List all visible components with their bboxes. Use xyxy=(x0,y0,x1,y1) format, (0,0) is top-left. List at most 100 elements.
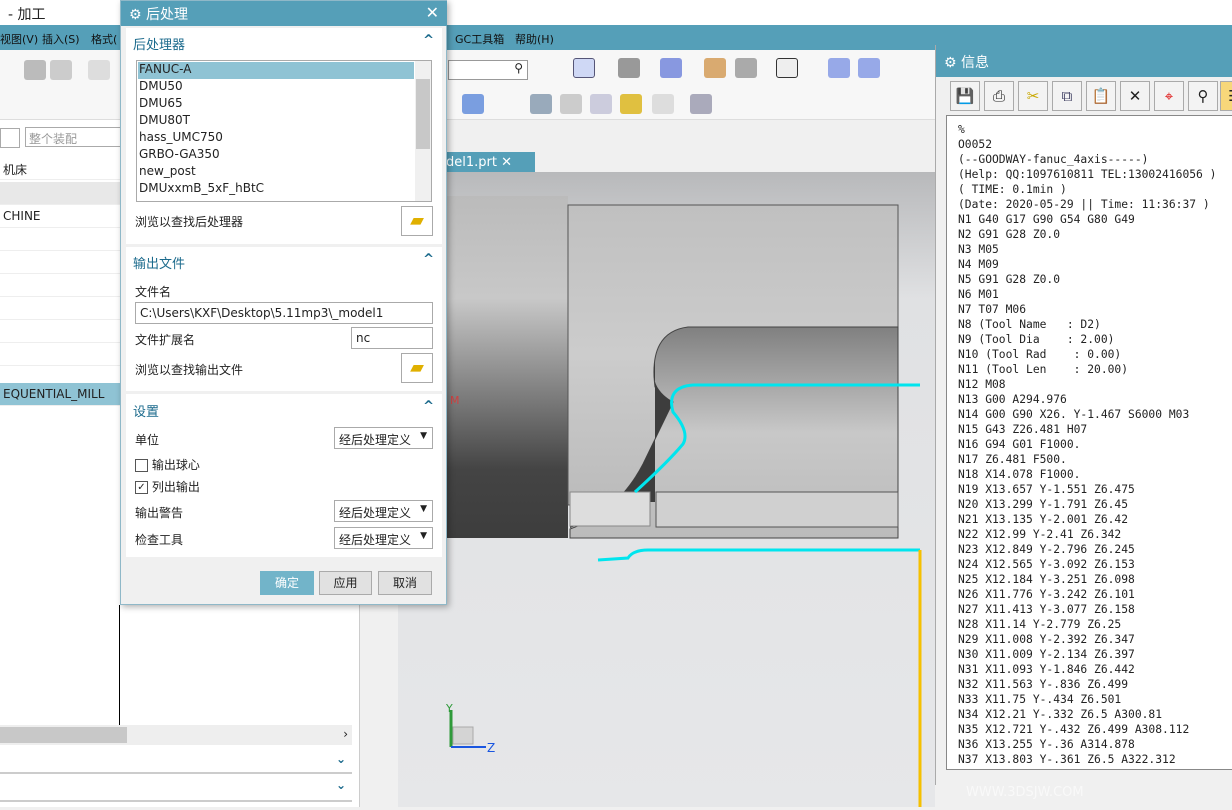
watermark: WWW.3DSJW.COM xyxy=(966,785,1084,800)
checkbox-label: 输出球心 xyxy=(151,458,200,472)
chevron-down-icon[interactable]: ⌄ xyxy=(336,752,346,766)
list-scrollbar[interactable] xyxy=(415,61,431,201)
list-item[interactable]: DMUxxmB_5xF_hBtC xyxy=(138,181,414,198)
fit-view-icon[interactable] xyxy=(573,58,595,78)
graphics-viewport[interactable]: Y Z M xyxy=(398,172,935,807)
nc-code-text[interactable]: % O0052 (--GOODWAY-fanuc_4axis-----) (Help:… xyxy=(946,115,1232,770)
section-header[interactable]: 设置 xyxy=(133,401,159,420)
chevron-up-icon[interactable]: ^ xyxy=(423,33,434,48)
post-process-icon[interactable] xyxy=(590,94,612,114)
unit-dropdown[interactable]: 经后处理定义 ▼ xyxy=(334,427,433,449)
menu-insert[interactable]: 插入(S) xyxy=(42,31,80,47)
render-style-icon[interactable] xyxy=(618,58,640,78)
toolpath-lower xyxy=(597,548,920,562)
selection-filter-dropdown[interactable] xyxy=(0,128,20,148)
apply-button[interactable]: 应用 xyxy=(319,571,372,595)
y-axis-label: Y xyxy=(445,702,453,715)
command-search-input[interactable]: ⚲ xyxy=(448,60,528,80)
checkbox-label: 列出输出 xyxy=(151,480,200,494)
tab-model-file[interactable]: del1.prt ✕ xyxy=(440,152,535,173)
settings-section: 设置 ^ 单位 经后处理定义 ▼ 输出球心 ✓ 列出输出 输出警告 经后处理定义 ▼ … xyxy=(126,394,442,557)
checkmark-icon[interactable]: ✓ xyxy=(135,481,148,494)
close-icon[interactable]: ✕ xyxy=(426,3,439,22)
code-line: N16 G94 G01 F1000. xyxy=(958,438,1081,451)
checkbox-unchecked[interactable] xyxy=(135,459,148,472)
cancel-button[interactable]: 取消 xyxy=(378,571,432,595)
menu-help[interactable]: 帮助(H) xyxy=(515,31,554,47)
column-divider xyxy=(119,605,120,725)
verify-icon[interactable] xyxy=(620,94,642,114)
code-line: N13 G00 A294.976 xyxy=(958,393,1067,406)
check-tool-dropdown[interactable]: 经后处理定义 ▼ xyxy=(334,527,433,549)
background-icon[interactable] xyxy=(776,58,798,78)
extension-input[interactable]: nc xyxy=(351,327,433,349)
clip-icon[interactable] xyxy=(735,58,757,78)
code-line: N21 X13.135 Y-2.001 Z6.42 xyxy=(958,513,1129,526)
part-model: Y Z M xyxy=(398,196,922,807)
chevron-down-icon[interactable]: ⌄ xyxy=(336,778,346,792)
section-icon[interactable] xyxy=(704,58,726,78)
copy-icon[interactable]: ⧉ xyxy=(1052,81,1082,111)
menu-view[interactable]: 视图(V) xyxy=(0,31,38,47)
tool-icon[interactable] xyxy=(690,94,712,114)
step-face xyxy=(655,491,899,528)
replay-icon[interactable] xyxy=(560,94,582,114)
postprocessor-section: 后处理器 ^ FANUC-A DMU50 DMU65 DMU80T hass_UM… xyxy=(126,28,442,244)
scroll-right-icon[interactable]: › xyxy=(343,727,348,741)
postprocessor-list[interactable]: FANUC-A DMU50 DMU65 DMU80T hass_UMC750 G… xyxy=(136,60,432,202)
generate-toolpath-icon[interactable] xyxy=(530,94,552,114)
list-item[interactable]: DMU65 xyxy=(138,96,414,113)
code-line: N29 X11.008 Y-2.392 Z6.347 xyxy=(958,633,1135,646)
open-folder-icon[interactable]: ▰ xyxy=(401,353,433,383)
chevron-up-icon[interactable]: ^ xyxy=(423,399,434,414)
output-ball-center-checkbox[interactable]: 输出球心 xyxy=(135,456,200,473)
code-line: N33 X11.75 Y-.434 Z6.501 xyxy=(958,693,1122,706)
cube-view-icon[interactable] xyxy=(660,58,682,78)
info-title-bar[interactable]: ⚙ 信息 xyxy=(936,45,1232,77)
move-copy-icon[interactable] xyxy=(858,58,880,78)
warning-dropdown[interactable]: 经后处理定义 ▼ xyxy=(334,500,433,522)
save-icon[interactable] xyxy=(24,60,46,80)
move-icon[interactable] xyxy=(828,58,850,78)
save-icon[interactable]: 💾 xyxy=(950,81,980,111)
dialog-title-bar[interactable]: ⚙ 后处理 ✕ xyxy=(121,1,447,26)
open-folder-icon[interactable]: ▰ xyxy=(401,206,433,236)
list-item[interactable]: new_post xyxy=(138,164,414,181)
code-line: N31 X11.093 Y-1.846 Z6.442 xyxy=(958,663,1135,676)
find-icon[interactable]: ⚲ xyxy=(1188,81,1218,111)
horizontal-scrollbar[interactable]: › xyxy=(0,725,352,745)
code-line: N26 X11.776 Y-3.242 Z6.101 xyxy=(958,588,1135,601)
menu-gc-toolbox[interactable]: GC工具箱 xyxy=(455,31,504,47)
list-item-selected[interactable]: FANUC-A xyxy=(138,62,414,79)
collapsed-section[interactable]: ⌄ xyxy=(0,776,352,802)
code-line: N17 Z6.481 F500. xyxy=(958,453,1067,466)
print-icon[interactable] xyxy=(50,60,72,80)
menu-format[interactable]: 格式( xyxy=(91,31,117,47)
filename-input[interactable]: C:\Users\KXF\Desktop\5.11mp3\_model1 xyxy=(135,302,433,324)
list-item[interactable]: GRBO-GA350 xyxy=(138,147,414,164)
chevron-up-icon[interactable]: ^ xyxy=(423,252,434,267)
list-item[interactable]: hass_UMC750 xyxy=(138,130,414,147)
cut-icon[interactable]: ✂ xyxy=(1018,81,1048,111)
print-icon[interactable]: ⎙ xyxy=(984,81,1014,111)
delete-icon[interactable]: ✕ xyxy=(1120,81,1150,111)
dropdown-arrow-icon: ▼ xyxy=(420,531,427,541)
ok-button[interactable]: 确定 xyxy=(260,571,314,595)
operation-icon[interactable] xyxy=(462,94,484,114)
unit-label: 单位 xyxy=(135,433,160,447)
section-header[interactable]: 输出文件 xyxy=(133,253,185,272)
section-header[interactable]: 后处理器 xyxy=(133,34,185,53)
list-output-checkbox[interactable]: ✓ 列出输出 xyxy=(135,478,200,495)
cut-icon[interactable] xyxy=(88,60,110,80)
collapsed-section[interactable]: ⌄ xyxy=(0,750,352,774)
list-item[interactable]: DMU50 xyxy=(138,79,414,96)
extension-label: 文件扩展名 xyxy=(135,333,196,347)
list-item[interactable]: DMU80T xyxy=(138,113,414,130)
code-line: N4 M09 xyxy=(958,258,999,271)
paste-icon[interactable]: 📋 xyxy=(1086,81,1116,111)
target-icon[interactable]: ⌖ xyxy=(1154,81,1184,111)
check-icon[interactable] xyxy=(652,94,674,114)
z-axis-label: Z xyxy=(487,741,495,755)
close-icon[interactable]: ✕ xyxy=(501,155,512,170)
text-icon[interactable]: ☰ xyxy=(1220,81,1232,111)
